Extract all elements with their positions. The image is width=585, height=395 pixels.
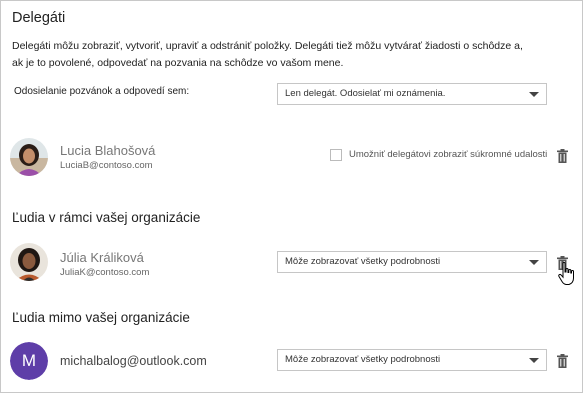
send-invitations-select[interactable]: Len delegát. Odosielať mi oznámenia. [277, 83, 547, 105]
internal-permission-select[interactable]: Môže zobrazovať všetky podrobnosti [277, 251, 547, 273]
avatar-initial: M [10, 342, 48, 380]
avatar [10, 243, 48, 281]
internal-section-title: Ľudia v rámci vašej organizácie [12, 210, 201, 225]
internal-person-name: Júlia Králiková [60, 250, 144, 265]
delegate-info: Lucia Blahošová LuciaB@contoso.com [60, 143, 155, 171]
delegate-name: Lucia Blahošová [60, 143, 156, 158]
send-invitations-label: Odosielanie pozvánok a odpovedí sem: [14, 86, 190, 97]
trash-icon[interactable] [557, 354, 568, 368]
chevron-down-icon [529, 260, 539, 265]
hand-cursor-icon [558, 262, 574, 285]
internal-person-email: JuliaK@contoso.com [60, 267, 150, 278]
internal-permission-value: Môže zobrazovať všetky podrobnosti [285, 256, 441, 267]
delegate-email: LuciaB@contoso.com [60, 160, 153, 171]
chevron-down-icon [529, 92, 539, 97]
description-text: Delegáti môžu zobraziť, vytvoriť, upravi… [12, 40, 523, 69]
private-events-label: Umožniť delegátovi zobraziť súkromné uda… [349, 149, 548, 160]
external-permission-select[interactable]: Môže zobrazovať všetky podrobnosti [277, 349, 547, 371]
internal-person-info: Júlia Králiková JuliaK@contoso.com [60, 250, 149, 278]
external-permission-value: Môže zobrazovať všetky podrobnosti [285, 354, 441, 365]
avatar [10, 138, 48, 176]
trash-icon[interactable] [557, 149, 568, 163]
page-title: Delegáti [12, 10, 66, 26]
avatar: M [10, 342, 48, 380]
chevron-down-icon [529, 358, 539, 363]
external-section-title: Ľudia mimo vašej organizácie [12, 310, 190, 325]
send-invitations-value: Len delegát. Odosielať mi oznámenia. [285, 88, 446, 99]
private-events-checkbox[interactable] [330, 149, 342, 161]
external-person-email: michalbalog@outlook.com [60, 354, 207, 368]
